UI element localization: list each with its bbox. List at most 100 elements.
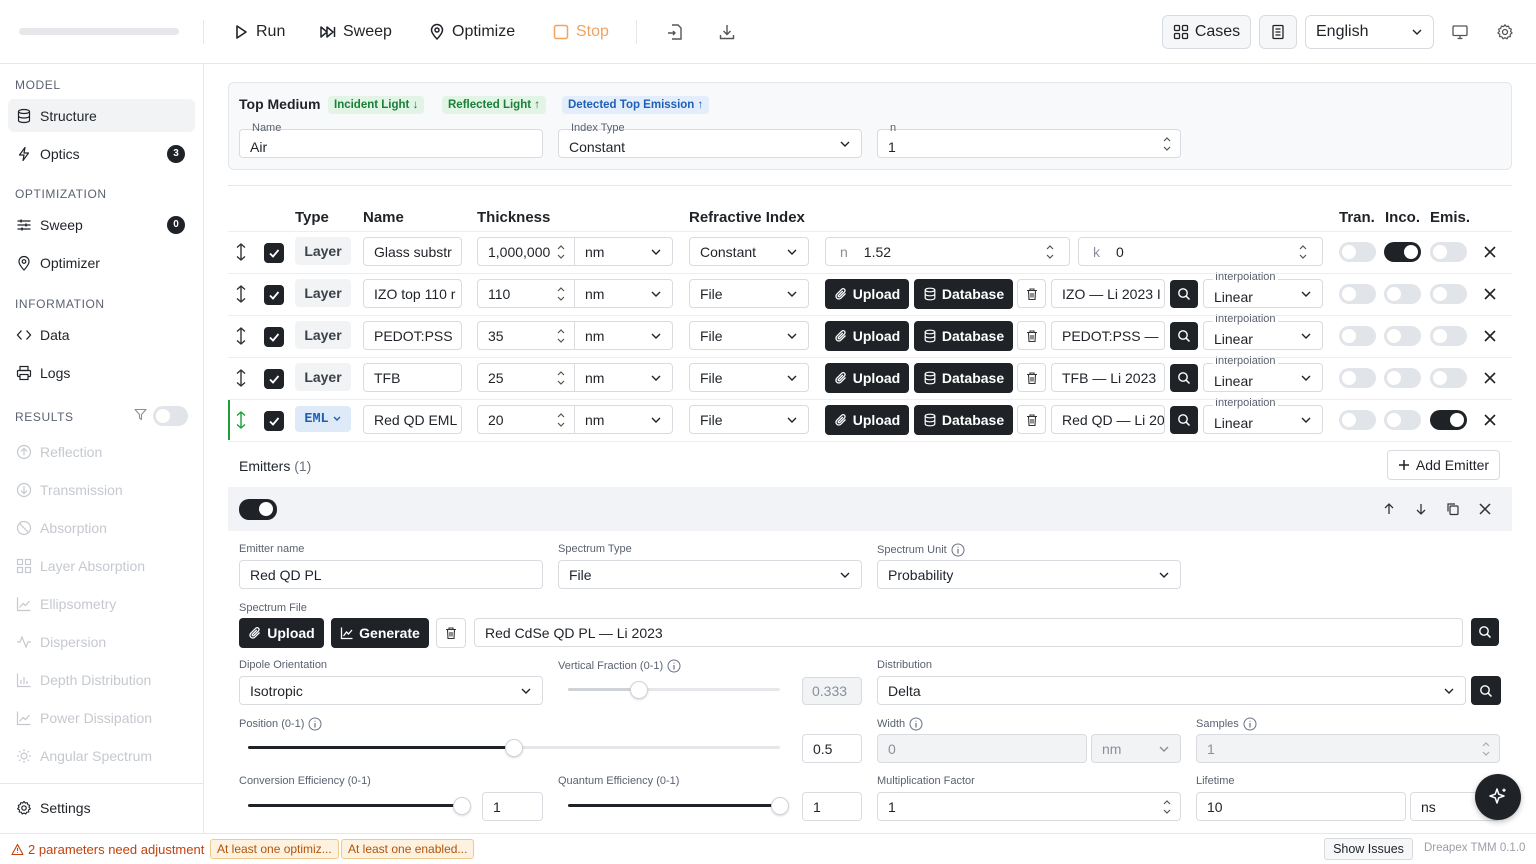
display-button[interactable] xyxy=(1450,22,1470,42)
tran-toggle[interactable] xyxy=(1339,410,1376,430)
layer-type-select[interactable]: EML xyxy=(295,406,351,432)
material-input[interactable]: Red QD — Li 20 xyxy=(1051,405,1165,434)
remove-layer-button[interactable] xyxy=(1481,369,1499,387)
download-button[interactable] xyxy=(716,21,738,43)
conversion-input[interactable]: 1 xyxy=(482,792,543,821)
sidebar-item-dispersion[interactable]: Dispersion xyxy=(8,625,195,658)
material-search-button[interactable] xyxy=(1170,322,1198,350)
interpolation-select[interactable]: Linear xyxy=(1203,321,1323,350)
drag-handle[interactable] xyxy=(233,410,249,430)
position-input[interactable]: 0.5 xyxy=(802,734,862,763)
layer-enabled-checkbox[interactable] xyxy=(264,285,284,305)
interpolation-select[interactable]: Linear xyxy=(1203,279,1323,308)
stepper-icon[interactable] xyxy=(556,243,566,261)
generate-button[interactable]: Generate xyxy=(331,618,429,648)
tran-toggle[interactable] xyxy=(1339,326,1376,346)
material-search-button[interactable] xyxy=(1170,364,1198,392)
layer-name-input[interactable]: TFB xyxy=(363,363,462,392)
show-issues-button[interactable]: Show Issues xyxy=(1324,838,1413,860)
results-filter-toggle[interactable] xyxy=(153,406,188,426)
remove-layer-button[interactable] xyxy=(1481,327,1499,345)
language-select[interactable]: English xyxy=(1305,15,1434,49)
tran-toggle[interactable] xyxy=(1339,284,1376,304)
sidebar-item-logs[interactable]: Logs xyxy=(8,356,195,389)
ai-assistant-button[interactable] xyxy=(1475,774,1521,820)
index-type-select[interactable]: Constant xyxy=(689,237,809,266)
stepper-icon[interactable] xyxy=(1045,243,1055,261)
duplicate-button[interactable] xyxy=(1444,500,1462,518)
delete-material-button[interactable] xyxy=(1017,405,1046,434)
sidebar-item-depth-distribution[interactable]: Depth Distribution xyxy=(8,663,195,696)
interpolation-select[interactable]: Linear xyxy=(1203,363,1323,392)
info-icon[interactable] xyxy=(667,659,681,673)
cases-button[interactable]: Cases xyxy=(1162,15,1251,49)
info-icon[interactable] xyxy=(308,717,322,731)
top-medium-n-input[interactable]: 1 xyxy=(877,129,1181,158)
emis-toggle[interactable] xyxy=(1430,368,1467,388)
database-button[interactable]: Database xyxy=(914,405,1013,435)
emis-toggle[interactable] xyxy=(1430,284,1467,304)
stepper-icon[interactable] xyxy=(556,285,566,303)
thickness-input[interactable]: 110 xyxy=(477,279,575,308)
lifetime-input[interactable]: 10 xyxy=(1196,792,1406,821)
tran-toggle[interactable] xyxy=(1339,368,1376,388)
sidebar-item-angular-spectrum[interactable]: Angular Spectrum xyxy=(8,739,195,772)
filter-icon[interactable] xyxy=(134,408,147,421)
emis-toggle[interactable] xyxy=(1430,242,1467,262)
material-input[interactable]: IZO — Li 2023 I xyxy=(1051,279,1165,308)
layer-enabled-checkbox[interactable] xyxy=(264,369,284,389)
stepper-icon[interactable] xyxy=(1298,243,1308,261)
thickness-input[interactable]: 1,000,000 xyxy=(477,237,575,266)
sidebar-item-optics[interactable]: Optics 3 xyxy=(8,137,195,170)
sidebar-item-absorption[interactable]: Absorption xyxy=(8,511,195,544)
layer-name-input[interactable]: PEDOT:PSS xyxy=(363,321,462,350)
spectrum-type-select[interactable]: File xyxy=(558,560,862,589)
thickness-input[interactable]: 20 xyxy=(477,405,575,434)
optimize-button[interactable]: Optimize xyxy=(428,18,515,46)
thickness-unit-select[interactable]: nm xyxy=(575,279,673,308)
quantum-slider[interactable] xyxy=(568,797,789,815)
distribution-select[interactable]: Delta xyxy=(877,676,1466,705)
emis-toggle[interactable] xyxy=(1430,326,1467,346)
database-button[interactable]: Database xyxy=(914,363,1013,393)
material-input[interactable]: PEDOT:PSS — xyxy=(1051,321,1165,350)
emitter-enable-toggle[interactable] xyxy=(239,499,277,520)
inco-toggle[interactable] xyxy=(1384,242,1421,262)
layer-enabled-checkbox[interactable] xyxy=(264,411,284,431)
layer-name-input[interactable]: IZO top 110 r xyxy=(363,279,462,308)
drag-handle[interactable] xyxy=(233,326,249,346)
inco-toggle[interactable] xyxy=(1384,410,1421,430)
material-search-button[interactable] xyxy=(1170,406,1198,434)
tran-toggle[interactable] xyxy=(1339,242,1376,262)
drag-handle[interactable] xyxy=(233,368,249,388)
warning-summary[interactable]: 2 parameters need adjustment xyxy=(11,842,204,857)
conversion-slider[interactable] xyxy=(248,797,471,815)
material-input[interactable]: TFB — Li 2023 xyxy=(1051,363,1165,392)
stepper-icon[interactable] xyxy=(556,327,566,345)
inco-toggle[interactable] xyxy=(1384,368,1421,388)
notes-button[interactable] xyxy=(1259,15,1297,49)
spectrum-upload-button[interactable]: Upload xyxy=(239,618,324,648)
inco-toggle[interactable] xyxy=(1384,284,1421,304)
delete-spectrum-button[interactable] xyxy=(436,618,466,648)
upload-button[interactable]: Upload xyxy=(825,321,909,351)
interpolation-select[interactable]: Linear xyxy=(1203,405,1323,434)
issue-pill-enabled[interactable]: At least one enabled... xyxy=(341,839,475,859)
delete-material-button[interactable] xyxy=(1017,321,1046,350)
stop-button[interactable]: Stop xyxy=(552,18,609,46)
drag-handle[interactable] xyxy=(233,284,249,304)
material-search-button[interactable] xyxy=(1170,280,1198,308)
index-type-select[interactable]: File xyxy=(689,279,809,308)
sidebar-item-transmission[interactable]: Transmission xyxy=(8,473,195,506)
top-medium-name-input[interactable]: Air xyxy=(239,129,543,158)
sidebar-item-layer-absorption[interactable]: Layer Absorption xyxy=(8,549,195,582)
database-button[interactable]: Database xyxy=(914,279,1013,309)
move-up-button[interactable] xyxy=(1380,500,1398,518)
spectrum-search-button[interactable] xyxy=(1471,618,1499,646)
k-input[interactable]: k0 xyxy=(1078,237,1323,266)
multiplication-input[interactable]: 1 xyxy=(877,792,1181,821)
upload-button[interactable]: Upload xyxy=(825,363,909,393)
layer-enabled-checkbox[interactable] xyxy=(264,243,284,263)
thickness-unit-select[interactable]: nm xyxy=(575,405,673,434)
run-button[interactable]: Run xyxy=(232,18,285,46)
